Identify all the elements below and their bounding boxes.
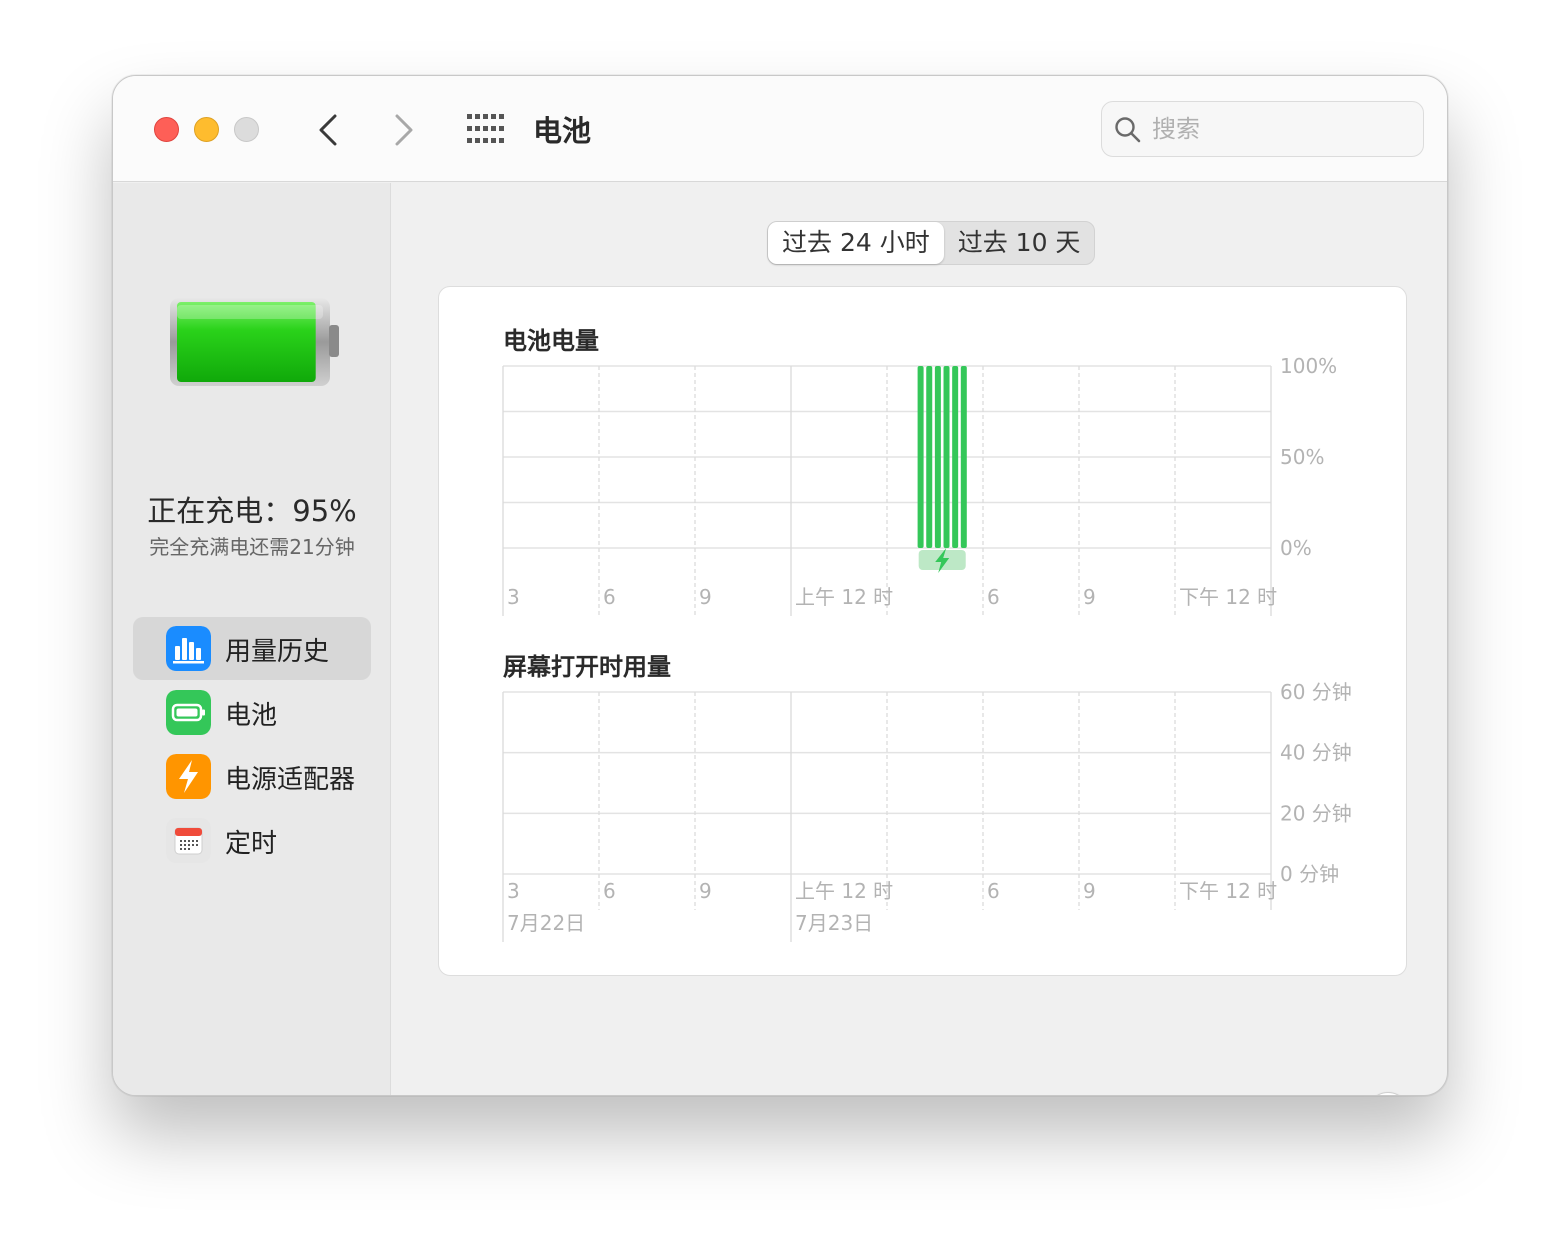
- x-tick-label: 9: [1083, 879, 1096, 903]
- date-label: 7月22日: [507, 911, 585, 935]
- sidebar-item-power-adapter[interactable]: 电源适配器: [133, 745, 371, 808]
- battery-level-bar: [952, 366, 959, 548]
- x-tick-label: 3: [507, 879, 520, 903]
- x-tick-label: 9: [699, 879, 712, 903]
- battery-preferences-window: 电池 搜索 正在充电：95% 完全充满电还需21分钟 用量历史 电池 电源适配器…: [112, 75, 1448, 1096]
- sidebar-item-label: 定时: [225, 829, 278, 859]
- help-button[interactable]: ?: [1367, 1092, 1409, 1095]
- x-tick-label: 9: [699, 585, 712, 609]
- sidebar-item-battery[interactable]: 电池: [133, 681, 371, 744]
- search-icon: [1115, 117, 1141, 143]
- battery-level-bar: [926, 366, 933, 548]
- sidebar-item-schedule[interactable]: 定时: [133, 809, 371, 872]
- sidebar: 正在充电：95% 完全充满电还需21分钟 用量历史 电池 电源适配器 定时: [113, 183, 391, 1095]
- x-tick-label: 下午 12 时: [1179, 585, 1277, 609]
- sidebar-item-label: 电源适配器: [225, 765, 356, 795]
- charge-remaining: 完全充满电还需21分钟: [149, 535, 355, 559]
- y-tick-label: 20 分钟: [1280, 801, 1352, 825]
- x-tick-label: 上午 12 时: [795, 879, 893, 903]
- main-pane: 过去 24 小时 过去 10 天 电池电量 屏幕打开时用量 100% 50% 0% 3…: [391, 183, 1447, 1095]
- usage-history-card: 电池电量 屏幕打开时用量 100% 50% 0% 3 6 9 上午 12 时 6 9 下午 12 …: [438, 286, 1407, 976]
- y-tick-label: 60 分钟: [1280, 680, 1352, 704]
- search-input[interactable]: [1152, 112, 1412, 146]
- window-title: 电池: [533, 114, 592, 148]
- minimize-button[interactable]: [194, 117, 219, 142]
- battery-icon: [166, 690, 211, 735]
- x-tick-label: 6: [987, 879, 1000, 903]
- y-tick-label: 100%: [1280, 354, 1337, 378]
- calendar-icon: [166, 818, 211, 863]
- x-tick-label: 6: [603, 879, 616, 903]
- battery-level-bar: [917, 366, 924, 548]
- show-all-grid-icon[interactable]: [467, 114, 505, 144]
- bar-chart-icon: [166, 626, 211, 671]
- battery-level-icon: [170, 298, 339, 386]
- battery-level-bar: [934, 366, 941, 548]
- battery-level-bar: [943, 366, 950, 548]
- tab-last-24-hours[interactable]: 过去 24 小时: [768, 222, 944, 264]
- x-tick-label: 6: [603, 585, 616, 609]
- sidebar-item-usage-history[interactable]: 用量历史: [133, 617, 371, 680]
- zoom-button[interactable]: [234, 117, 259, 142]
- y-tick-label: 0 分钟: [1280, 862, 1339, 886]
- x-tick-label: 3: [507, 585, 520, 609]
- x-tick-label: 6: [987, 585, 1000, 609]
- charge-status: 正在充电：95%: [147, 494, 357, 528]
- battery-level-bar: [960, 366, 967, 548]
- search-field[interactable]: [1101, 101, 1424, 157]
- tab-last-10-days[interactable]: 过去 10 天: [944, 222, 1095, 264]
- x-tick-label: 下午 12 时: [1179, 879, 1277, 903]
- x-tick-label: 9: [1083, 585, 1096, 609]
- date-label: 7月23日: [795, 911, 873, 935]
- time-range-segmented-control: 过去 24 小时 过去 10 天: [767, 221, 1096, 265]
- usage-charts: 100%50%0%3 6 9 上午 12 时 6 9 下午 12 时60 分钟40 分钟20…: [502, 354, 1352, 942]
- bolt-icon: [166, 754, 211, 799]
- x-tick-label: 上午 12 时: [795, 585, 893, 609]
- y-tick-label: 0%: [1280, 536, 1312, 560]
- forward-chevron-icon[interactable]: [389, 110, 419, 150]
- close-button[interactable]: [154, 117, 179, 142]
- sidebar-item-label: 电池: [225, 701, 278, 731]
- title-bar: 电池: [113, 76, 1447, 182]
- sidebar-item-label: 用量历史: [225, 637, 330, 667]
- y-tick-label: 50%: [1280, 445, 1324, 469]
- y-tick-label: 40 分钟: [1280, 741, 1352, 765]
- back-chevron-icon[interactable]: [313, 110, 343, 150]
